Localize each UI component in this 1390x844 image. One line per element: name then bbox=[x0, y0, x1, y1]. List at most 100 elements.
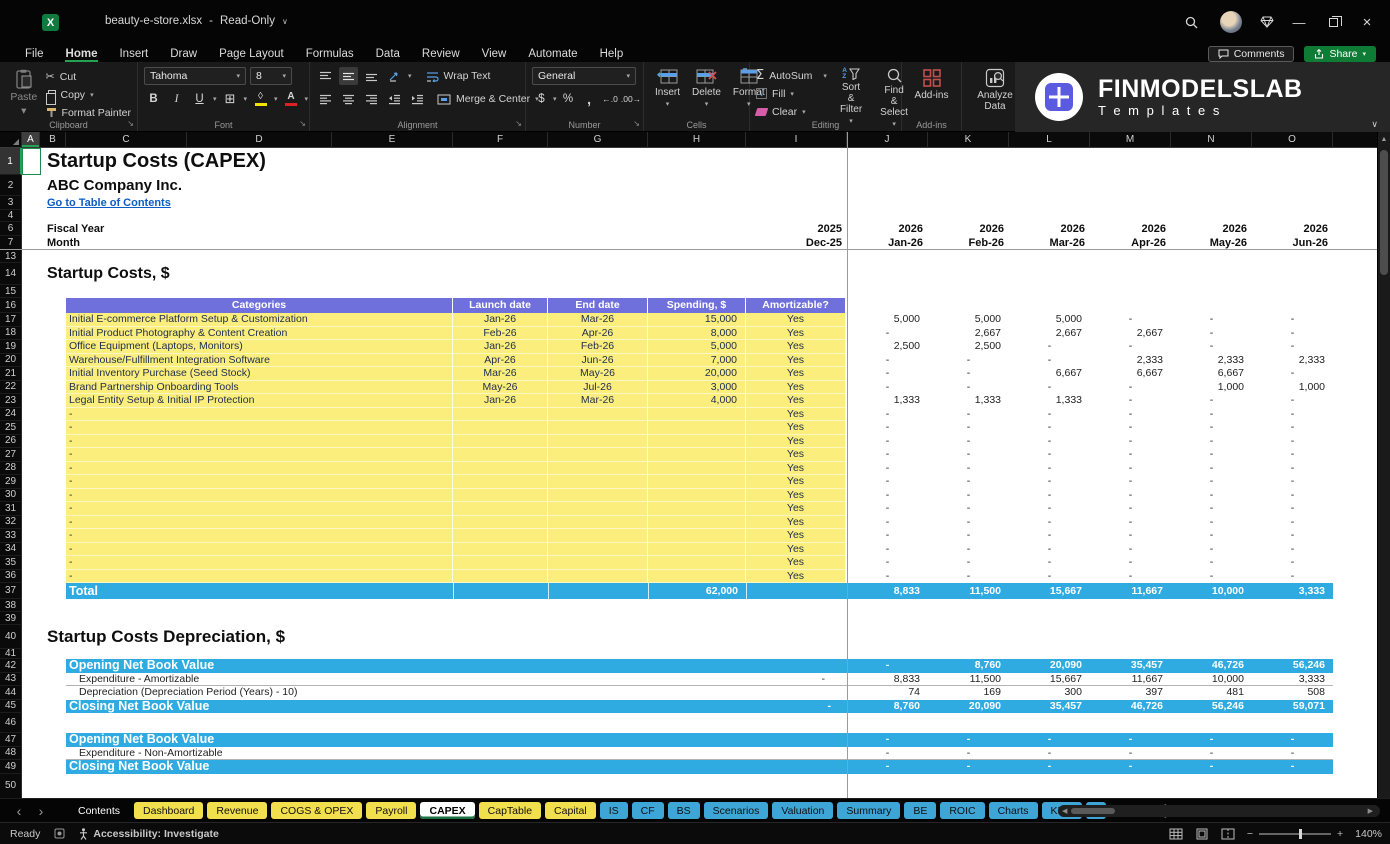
month-value-cell[interactable]: 2,667 bbox=[1009, 327, 1090, 341]
month-value-cell[interactable]: - bbox=[928, 367, 1009, 381]
month-value-cell[interactable]: - bbox=[1252, 502, 1333, 516]
month-value-cell[interactable]: 5,000 bbox=[928, 313, 1009, 327]
month-value-cell[interactable]: - bbox=[928, 448, 1009, 462]
menu-item-help[interactable]: Help bbox=[589, 45, 635, 62]
end-date-cell[interactable] bbox=[548, 556, 648, 570]
category-cell[interactable]: Brand Partnership Onboarding Tools bbox=[66, 380, 453, 394]
row-header-46[interactable]: 46 bbox=[0, 713, 22, 733]
month-value-cell[interactable]: - bbox=[1252, 327, 1333, 341]
month-value-cell[interactable]: - bbox=[1009, 747, 1090, 761]
menu-item-file[interactable]: File bbox=[14, 45, 55, 62]
month-value-cell[interactable]: - bbox=[1171, 760, 1252, 774]
end-date-cell[interactable] bbox=[548, 515, 648, 529]
month-value-cell[interactable]: - bbox=[1252, 448, 1333, 462]
value-cell[interactable]: - bbox=[746, 700, 839, 714]
month-value-cell[interactable]: - bbox=[1252, 529, 1333, 543]
spending-cell[interactable]: 8,000 bbox=[648, 326, 746, 340]
month-value-cell[interactable]: 2,333 bbox=[1090, 354, 1171, 368]
month-value-cell[interactable]: - bbox=[1009, 760, 1090, 774]
spending-cell[interactable] bbox=[648, 448, 746, 462]
table-header-cell[interactable]: End date bbox=[548, 298, 648, 313]
month-value-cell[interactable]: - bbox=[928, 381, 1009, 395]
month-value-cell[interactable]: - bbox=[1252, 489, 1333, 503]
month-value-cell[interactable]: - bbox=[1252, 475, 1333, 489]
month-value-cell[interactable]: - bbox=[847, 489, 928, 503]
month-value-cell[interactable]: - bbox=[1090, 313, 1171, 327]
month-value-cell[interactable]: 11,500 bbox=[928, 583, 1009, 599]
cut-button[interactable]: ✂ Cut bbox=[46, 68, 131, 85]
clipboard-dialog-launcher[interactable]: ↘ bbox=[127, 119, 134, 128]
spending-cell[interactable] bbox=[648, 542, 746, 556]
month-value-cell[interactable]: - bbox=[1009, 462, 1090, 476]
month-value-cell[interactable]: - bbox=[1009, 543, 1090, 557]
align-center-button[interactable] bbox=[339, 90, 358, 108]
column-header-A[interactable]: A bbox=[22, 132, 40, 148]
value-cell[interactable]: - bbox=[746, 673, 839, 687]
sheet-tab-scenarios[interactable]: Scenarios bbox=[703, 802, 769, 819]
zoom-out-icon[interactable]: − bbox=[1247, 828, 1253, 840]
launch-date-cell[interactable] bbox=[453, 488, 548, 502]
avatar[interactable] bbox=[1216, 8, 1246, 36]
fill-color-button[interactable]: ◊ bbox=[251, 90, 270, 108]
month-value-cell[interactable]: 6,667 bbox=[1009, 367, 1090, 381]
sheet-tab-capital[interactable]: Capital bbox=[545, 802, 596, 819]
fiscal-year-value[interactable]: 2025 bbox=[746, 222, 847, 236]
row-header-24[interactable]: 24 bbox=[0, 407, 22, 421]
amortizable-cell[interactable]: Yes bbox=[746, 367, 846, 381]
row-header-27[interactable]: 27 bbox=[0, 448, 22, 462]
macro-record-icon[interactable] bbox=[54, 828, 65, 839]
row-header-29[interactable]: 29 bbox=[0, 475, 22, 489]
month-value-cell[interactable]: 2,500 bbox=[928, 340, 1009, 354]
month-value-cell[interactable]: - bbox=[847, 354, 928, 368]
scroll-right-icon[interactable]: ▶ bbox=[1364, 807, 1377, 815]
month-value-cell[interactable]: - bbox=[1171, 435, 1252, 449]
spending-cell[interactable]: 15,000 bbox=[648, 313, 746, 327]
month-value-cell[interactable]: - bbox=[1252, 313, 1333, 327]
column-header-N[interactable]: N bbox=[1171, 132, 1252, 148]
nbv-label[interactable]: Opening Net Book Value bbox=[66, 658, 453, 673]
row-header-36[interactable]: 36 bbox=[0, 569, 22, 583]
month-value-cell[interactable]: 46,726 bbox=[1090, 700, 1171, 714]
month-value-cell[interactable]: - bbox=[928, 475, 1009, 489]
month-value-cell[interactable]: - bbox=[1009, 421, 1090, 435]
scroll-up-icon[interactable]: ▲ bbox=[1378, 132, 1390, 146]
row-header-49[interactable]: 49 bbox=[0, 760, 22, 774]
search-icon[interactable] bbox=[1176, 8, 1206, 36]
zoom-in-icon[interactable]: + bbox=[1337, 828, 1343, 840]
launch-date-cell[interactable]: Apr-26 bbox=[453, 353, 548, 367]
launch-date-cell[interactable] bbox=[453, 421, 548, 435]
number-format-select[interactable]: General ▾ bbox=[532, 67, 636, 85]
month-value-cell[interactable]: - bbox=[847, 462, 928, 476]
month-value-cell[interactable]: - bbox=[928, 733, 1009, 747]
month-value-cell[interactable]: - bbox=[1090, 747, 1171, 761]
menu-item-data[interactable]: Data bbox=[365, 45, 411, 62]
column-header-J[interactable]: J bbox=[847, 132, 928, 148]
table-header-cell[interactable]: Amortizable? bbox=[746, 298, 846, 313]
month-value-cell[interactable]: - bbox=[928, 354, 1009, 368]
launch-date-cell[interactable]: Jan-26 bbox=[453, 313, 548, 327]
end-date-cell[interactable] bbox=[548, 542, 648, 556]
month-value-cell[interactable]: - bbox=[847, 502, 928, 516]
month-value-cell[interactable]: 15,667 bbox=[1009, 583, 1090, 599]
row-header-2[interactable]: 2 bbox=[0, 175, 22, 196]
month-value-cell[interactable]: - bbox=[847, 381, 928, 395]
month-value-cell[interactable]: - bbox=[1009, 354, 1090, 368]
delete-cells-button[interactable]: Delete ▾ bbox=[687, 67, 726, 109]
month-value-cell[interactable]: - bbox=[1252, 516, 1333, 530]
row-header-21[interactable]: 21 bbox=[0, 367, 22, 381]
amortizable-cell[interactable]: Yes bbox=[746, 434, 846, 448]
month-value-cell[interactable]: - bbox=[928, 543, 1009, 557]
month-value-cell[interactable]: - bbox=[1171, 448, 1252, 462]
month-value-cell[interactable]: 46,726 bbox=[1171, 659, 1252, 673]
decrease-indent-button[interactable] bbox=[385, 90, 404, 108]
amortizable-cell[interactable]: Yes bbox=[746, 313, 846, 327]
month-value-cell[interactable]: - bbox=[1171, 462, 1252, 476]
accessibility-status[interactable]: Accessibility: Investigate bbox=[79, 828, 219, 840]
month-value-cell[interactable]: - bbox=[1090, 462, 1171, 476]
font-dialog-launcher[interactable]: ↘ bbox=[299, 119, 306, 128]
month-value-cell[interactable]: - bbox=[1009, 475, 1090, 489]
row-header-42[interactable]: 42 bbox=[0, 659, 22, 673]
amortizable-cell[interactable]: Yes bbox=[746, 326, 846, 340]
month-value-cell[interactable]: - bbox=[847, 760, 928, 774]
sheet-tab-roic[interactable]: ROIC bbox=[940, 802, 985, 819]
